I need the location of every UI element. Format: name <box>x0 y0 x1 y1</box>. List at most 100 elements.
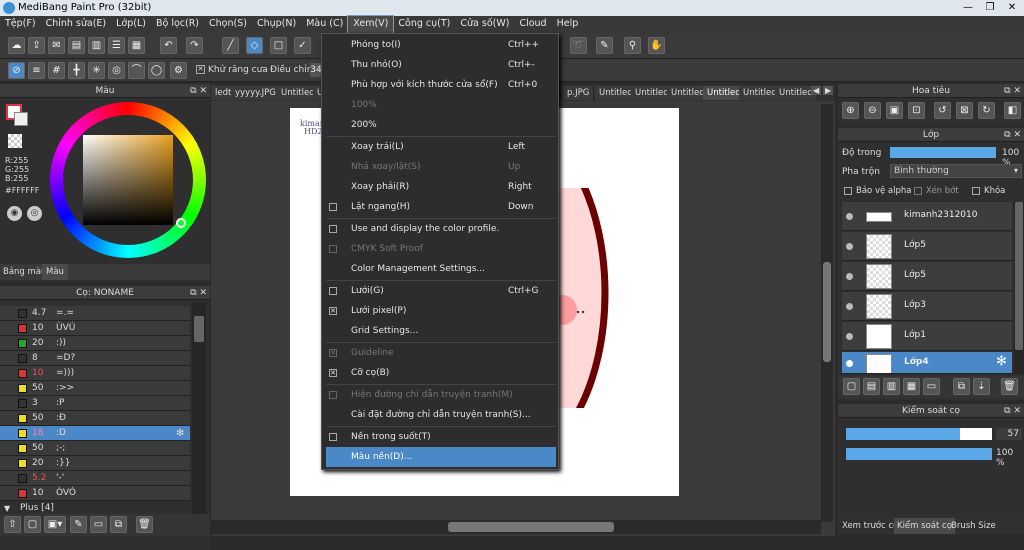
menu-item-grid-settings[interactable]: Grid Settings... <box>322 321 558 341</box>
menu-view[interactable]: Xem(V) <box>347 15 395 34</box>
menu-filter[interactable]: Bộ lọc(R) <box>151 16 204 33</box>
hue-selector-handle[interactable] <box>176 218 186 228</box>
brush-row[interactable]: 10 ÙVÚ <box>0 321 190 336</box>
grid-snap-icon[interactable]: # <box>48 62 65 79</box>
add-brush-dropdown-icon[interactable]: ▣▾ <box>44 516 66 533</box>
panel-close-icon[interactable]: ⧉ ✕ <box>190 286 207 300</box>
minimize-button[interactable]: — <box>958 1 978 14</box>
menu-item-pixel-grid[interactable]: ✕ Lưới pixel(P) <box>322 301 558 321</box>
check-tool-icon[interactable]: ✓ <box>294 37 311 54</box>
saturation-value-square[interactable] <box>83 135 173 225</box>
brush-opacity-slider[interactable] <box>846 448 992 460</box>
page-icon[interactable]: ▤ <box>68 37 85 54</box>
comment-icon[interactable]: ✉ <box>48 37 65 54</box>
layer-row[interactable]: kimanh2312010 <box>842 202 1012 231</box>
eye-icon[interactable] <box>846 360 853 367</box>
transparent-color-swatch[interactable] <box>8 134 22 148</box>
share-icon[interactable]: ⇪ <box>28 37 45 54</box>
parallel-snap-icon[interactable]: ≡ <box>28 62 45 79</box>
brush-row[interactable]: 50:Đ <box>0 411 190 426</box>
menu-item-background-color[interactable]: Màu nền(D)... <box>326 447 556 467</box>
grid-icon[interactable]: ▦ <box>128 37 145 54</box>
menu-item-comic-guide-settings[interactable]: Cài đặt đường chỉ dẫn truyện tranh(S)... <box>322 405 558 425</box>
tab-scroll-right-icon[interactable]: ▶ <box>823 86 834 95</box>
tab-palette[interactable]: Bảng màu <box>3 267 46 277</box>
brush-row[interactable]: 50:>> <box>0 381 190 396</box>
tab-color[interactable]: Màu <box>42 264 68 280</box>
menu-item-fit-window[interactable]: Phù hợp với kích thước cửa sổ(F) Ctrl+0 <box>322 75 558 95</box>
trash-icon[interactable]: 🗑 <box>1001 378 1018 395</box>
opacity-slider[interactable] <box>890 147 996 158</box>
canvas-vertical-scrollbar[interactable] <box>821 104 833 522</box>
antialias-checkbox[interactable]: ✕ <box>196 65 205 74</box>
tab-scroll-left-icon[interactable]: ◀ <box>811 86 822 95</box>
brush-scrollbar[interactable] <box>192 302 206 514</box>
menu-cloud[interactable]: Cloud <box>514 16 551 33</box>
brush-row[interactable]: 10 =))) <box>0 366 190 381</box>
menu-item-rotate-right[interactable]: Xoay phải(R) Right <box>322 177 558 197</box>
menu-snap[interactable]: Chụp(N) <box>252 16 301 33</box>
hand-tool-icon[interactable]: ✋ <box>648 37 665 54</box>
eye-icon[interactable] <box>846 303 853 310</box>
radial-snap-icon[interactable]: ✳ <box>88 62 105 79</box>
flip-icon[interactable]: ◧ <box>1004 102 1021 119</box>
actual-size-icon[interactable]: ⊡ <box>908 102 925 119</box>
undo-icon[interactable]: ↶ <box>160 37 177 54</box>
duplicate-brush-icon[interactable]: ⧉ <box>110 516 127 533</box>
menu-item-200-percent[interactable]: 200% <box>322 115 558 135</box>
duplicate-layer-icon[interactable]: ⧉ <box>953 378 970 395</box>
circle-snap-icon[interactable]: ◎ <box>108 62 125 79</box>
menu-window[interactable]: Cửa số(W) <box>455 16 514 33</box>
layer-scrollbar[interactable] <box>1014 202 1024 374</box>
blend-mode-select[interactable]: Bình thường ▾ <box>890 164 1022 178</box>
eye-icon[interactable] <box>846 273 853 280</box>
folder-icon[interactable]: ▭ <box>90 516 107 533</box>
menu-item-zoom-out[interactable]: Thu nhỏ(O) Ctrl+- <box>322 55 558 75</box>
canvas-tab[interactable]: p.JPG <box>563 86 595 100</box>
brush-row[interactable]: 8 =D? <box>0 351 190 366</box>
edit-brush-icon[interactable]: ✎ <box>70 516 87 533</box>
panel-close-icon[interactable]: ⧉ ✕ <box>1004 84 1021 98</box>
menu-item-color-profile[interactable]: Use and display the color profile. <box>322 219 558 239</box>
menu-item-grid[interactable]: Lưới(G) Ctrl+G <box>322 281 558 301</box>
gear-icon[interactable]: ✻ <box>176 426 184 441</box>
trash-icon[interactable]: 🗑 <box>136 516 153 533</box>
zoom-in-icon[interactable]: ⊕ <box>842 102 859 119</box>
brush-row[interactable]: 20:)) <box>0 336 190 351</box>
panel-close-icon[interactable]: ⧉ ✕ <box>1004 128 1021 142</box>
brush-group[interactable]: ▼ Plus [4] <box>0 501 190 514</box>
brush-row-selected[interactable]: 18:D ✻ <box>0 426 190 441</box>
lock-checkbox[interactable] <box>972 187 980 195</box>
lasso-tool-icon[interactable]: ➰ <box>570 37 587 54</box>
new-brush-icon[interactable]: ▢ <box>24 516 41 533</box>
brush-row[interactable]: 4.7 =.= <box>0 306 190 321</box>
color-picker-icon[interactable]: ◎ <box>27 206 42 221</box>
new-8bit-layer-icon[interactable]: ▥ <box>883 378 900 395</box>
eye-icon[interactable] <box>846 333 853 340</box>
menu-help[interactable]: Help <box>552 16 584 33</box>
new-layer-icon[interactable]: ▢ <box>843 378 860 395</box>
brush-row[interactable]: 20:}} <box>0 456 190 471</box>
tab-brush-control[interactable]: Kiểm soát cọ <box>894 518 955 534</box>
menu-item-rotate-left[interactable]: Xoay trái(L) Left <box>322 137 558 157</box>
brush-row[interactable]: 3:P <box>0 396 190 411</box>
layer-row[interactable]: Lớp1 <box>842 322 1012 351</box>
tab-brush-preview[interactable]: Xem trước cọ <box>842 521 898 531</box>
menu-select[interactable]: Chọn(S) <box>204 16 252 33</box>
pen-tool-icon[interactable]: ✎ <box>596 37 613 54</box>
fit-window-icon[interactable]: ▣ <box>886 102 903 119</box>
menu-item-transparent-background[interactable]: Nền trong suốt(T) <box>322 427 558 447</box>
new-halftone-layer-icon[interactable]: ▤ <box>863 378 880 395</box>
menu-layer[interactable]: Lớp(L) <box>111 16 151 33</box>
new-1bit-layer-icon[interactable]: ▦ <box>903 378 920 395</box>
close-button[interactable]: ✕ <box>1002 1 1022 14</box>
rotate-left-icon[interactable]: ↺ <box>934 102 951 119</box>
menu-item-zoom-in[interactable]: Phóng to(I) Ctrl++ <box>322 35 558 55</box>
brush-row[interactable]: 10 ÒVÓ <box>0 486 190 501</box>
brush-size-slider[interactable] <box>846 428 992 440</box>
scrollbar-thumb[interactable] <box>823 262 831 362</box>
scrollbar-thumb[interactable] <box>1015 202 1023 350</box>
gear-icon[interactable]: ✻ <box>996 354 1007 369</box>
reset-rotation-icon[interactable]: ⊠ <box>956 102 973 119</box>
document-icon[interactable]: ▥ <box>88 37 105 54</box>
